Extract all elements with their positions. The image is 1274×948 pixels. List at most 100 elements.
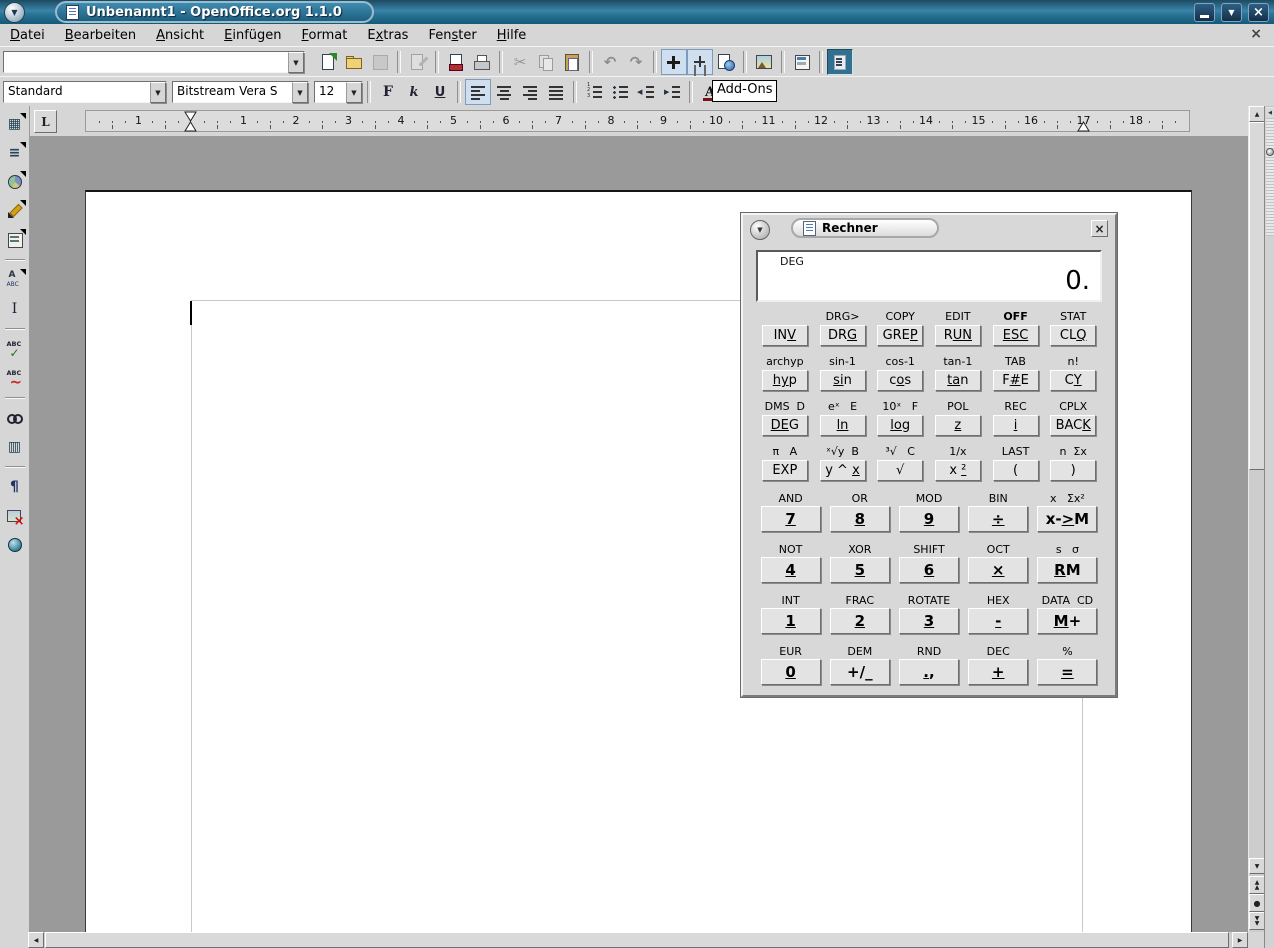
paste-button[interactable]: [559, 49, 585, 75]
calc-btn-z[interactable]: z: [935, 415, 981, 436]
calc-btn-5[interactable]: 5: [830, 557, 890, 583]
nonprinting-chars-button[interactable]: ¶: [2, 474, 28, 500]
copy-button[interactable]: [533, 49, 559, 75]
print-file-direct-button[interactable]: [443, 49, 469, 75]
calc-btn-3[interactable]: 3: [899, 608, 959, 634]
menu-extras[interactable]: Extras: [357, 26, 418, 45]
undo-button[interactable]: ↶: [597, 49, 623, 75]
menu-format[interactable]: Format: [292, 26, 358, 45]
gallery-button[interactable]: [751, 49, 777, 75]
menu-bearbeiten[interactable]: Bearbeiten: [55, 26, 146, 45]
calc-btn-tan[interactable]: tan: [935, 370, 981, 391]
minimize-button[interactable]: [1194, 3, 1215, 22]
tab-type-selector[interactable]: L: [34, 110, 57, 133]
calc-btn-sin[interactable]: sin: [820, 370, 866, 391]
next-page-button[interactable]: ▼▼: [1249, 912, 1265, 930]
navigation-cross-button[interactable]: [661, 49, 687, 75]
calc-btn-x-squared[interactable]: x ²: [935, 460, 981, 481]
calc-btn-cy[interactable]: CY: [1050, 370, 1096, 391]
close-button[interactable]: ×: [1248, 3, 1269, 22]
auto-spellcheck-button[interactable]: [2, 365, 28, 391]
calc-btn-plus[interactable]: +: [968, 659, 1028, 685]
calc-btn-i[interactable]: i: [993, 415, 1039, 436]
calc-btn-multiply[interactable]: ×: [968, 557, 1028, 583]
navigation-dot-button[interactable]: ●: [1249, 894, 1265, 912]
insert-object-button[interactable]: [2, 169, 28, 195]
calc-btn-paren-close[interactable]: ): [1050, 460, 1096, 481]
calc-btn-esc[interactable]: ESC: [993, 325, 1039, 346]
calc-btn-paren-open[interactable]: (: [993, 460, 1039, 481]
calc-btn-decimal[interactable]: .,: [899, 659, 959, 685]
find-replace-button[interactable]: [2, 405, 28, 431]
decrease-indent-button[interactable]: [633, 79, 659, 105]
calculator-title-capsule[interactable]: Rechner: [791, 218, 939, 238]
hyperlink-button[interactable]: [713, 49, 739, 75]
calc-btn-back[interactable]: BACK: [1050, 415, 1096, 436]
calc-btn-ln[interactable]: ln: [820, 415, 866, 436]
spellcheck-button[interactable]: [2, 336, 28, 362]
align-center-button[interactable]: [491, 79, 517, 105]
open-file-button[interactable]: [341, 49, 367, 75]
font-size-combobox[interactable]: 12 ▼: [314, 81, 363, 103]
close-document-icon[interactable]: ×: [1250, 26, 1262, 42]
italic-button[interactable]: k: [401, 79, 427, 105]
data-sources-button[interactable]: [827, 49, 853, 75]
online-layout-button[interactable]: [2, 532, 28, 558]
url-combobox[interactable]: ▼: [3, 51, 305, 73]
scroll-left-button[interactable]: ◀: [28, 932, 44, 948]
scroll-right-button[interactable]: ▶: [1232, 932, 1248, 948]
menu-datei[interactable]: Datei: [0, 26, 55, 45]
bold-button[interactable]: F: [375, 79, 401, 105]
print-button[interactable]: [469, 49, 495, 75]
font-dropdown-icon[interactable]: ▼: [292, 82, 308, 103]
direct-cursor-ibeam-button[interactable]: I: [2, 296, 28, 322]
insert-button[interactable]: ≡: [2, 140, 28, 166]
graphics-onoff-button[interactable]: [2, 503, 28, 529]
calc-btn-y-pow-x[interactable]: y ^ x: [820, 460, 866, 481]
calc-btn-sqrt[interactable]: √: [877, 460, 923, 481]
calc-btn-minus[interactable]: -: [968, 608, 1028, 634]
data-sources-table-button[interactable]: ▥: [2, 434, 28, 460]
menu-einfuegen[interactable]: Einfügen: [214, 26, 291, 45]
vertical-scroll-thumb[interactable]: [1249, 122, 1265, 470]
menu-fenster[interactable]: Fenster: [418, 26, 486, 45]
calc-btn-rm[interactable]: RM: [1037, 557, 1097, 583]
horizontal-scrollbar[interactable]: ◀ ▶: [0, 932, 1274, 948]
insert-table-button[interactable]: ▦: [2, 111, 28, 137]
calc-btn-run[interactable]: RUN: [935, 325, 981, 346]
navigator-button[interactable]: [789, 49, 815, 75]
calc-btn-m-plus[interactable]: M+: [1037, 608, 1097, 634]
calc-btn-drg[interactable]: DRG: [820, 325, 866, 346]
cut-button[interactable]: ✂: [507, 49, 533, 75]
calc-btn-equals[interactable]: =: [1037, 659, 1097, 685]
calc-btn-0[interactable]: 0: [761, 659, 821, 685]
calc-btn-clq[interactable]: CLQ: [1050, 325, 1096, 346]
calc-btn-4[interactable]: 4: [761, 557, 821, 583]
calc-btn-6[interactable]: 6: [899, 557, 959, 583]
calc-btn-hyp[interactable]: hyp: [762, 370, 808, 391]
draw-functions-button[interactable]: [2, 198, 28, 224]
title-capsule[interactable]: Unbenannt1 - OpenOffice.org 1.1.0: [55, 1, 374, 23]
align-left-button[interactable]: [465, 79, 491, 105]
calculator-titlebar[interactable]: ▼ Rechner ×: [743, 215, 1115, 245]
docked-panel-edge[interactable]: ◀: [1264, 106, 1274, 948]
align-justify-button[interactable]: [543, 79, 569, 105]
calc-btn-deg[interactable]: DEG: [762, 415, 808, 436]
shade-button[interactable]: ▼: [1221, 3, 1242, 22]
calc-btn-8[interactable]: 8: [830, 506, 890, 532]
panel-collapse-icon[interactable]: ◀: [1266, 108, 1274, 118]
calculator-close-button[interactable]: ×: [1091, 220, 1108, 237]
scroll-up-button[interactable]: ▲: [1249, 106, 1265, 122]
horizontal-scroll-thumb[interactable]: [45, 932, 1229, 948]
calculator-window-menu-button[interactable]: ▼: [750, 220, 770, 240]
font-name-combobox[interactable]: Bitstream Vera S ▼: [172, 81, 309, 103]
calc-btn-plus-minus[interactable]: +/_: [830, 659, 890, 685]
menu-ansicht[interactable]: Ansicht: [146, 26, 214, 45]
calc-btn-x-to-m[interactable]: x->M: [1037, 506, 1097, 532]
save-button[interactable]: [367, 49, 393, 75]
calc-btn-inv[interactable]: INV: [762, 325, 808, 346]
calc-btn-9[interactable]: 9: [899, 506, 959, 532]
new-document-button[interactable]: [315, 49, 341, 75]
horizontal-ruler[interactable]: 1123456789101112131415161718: [85, 110, 1190, 132]
first-line-indent-marker[interactable]: [184, 111, 197, 133]
